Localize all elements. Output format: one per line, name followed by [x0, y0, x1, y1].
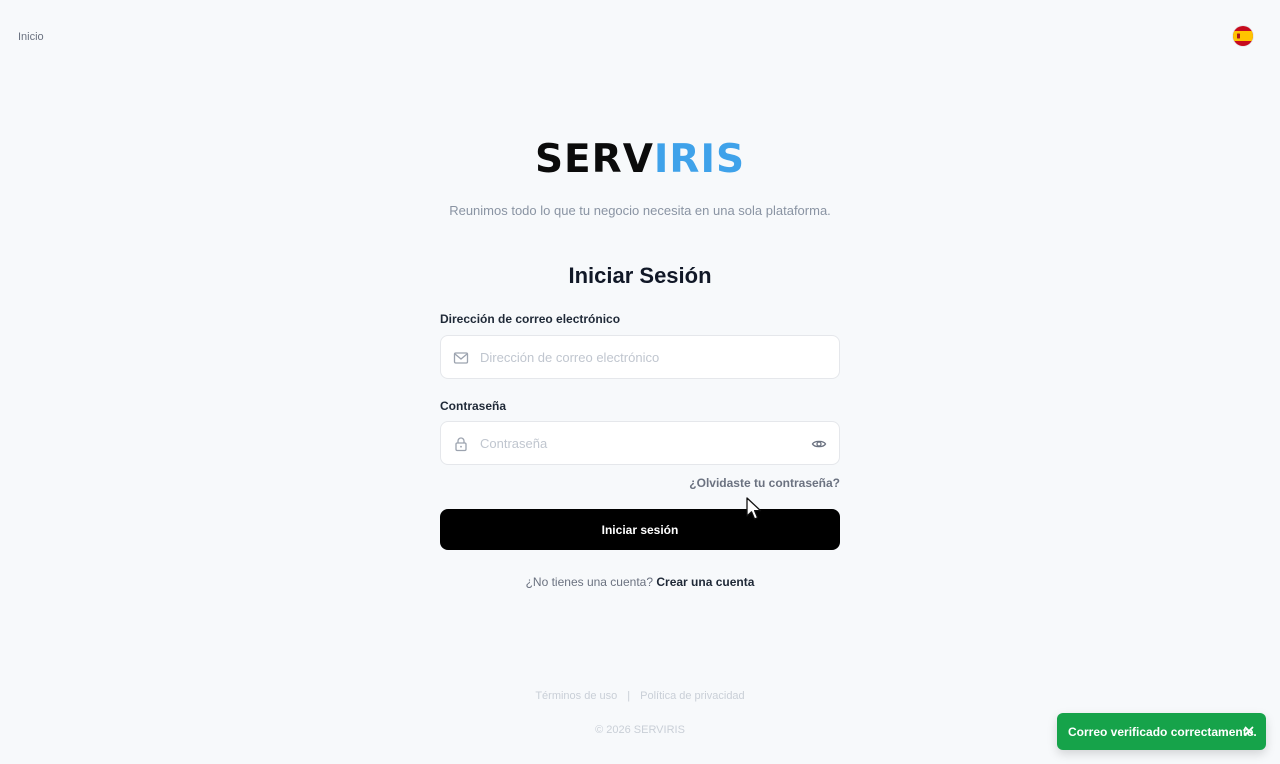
password-field-container	[440, 421, 840, 465]
email-field[interactable]	[480, 336, 810, 378]
signup-prompt-text: ¿No tienes una cuenta?	[525, 575, 654, 589]
brand-logo: SERVIRIS	[0, 135, 1280, 185]
footer-links: Términos de uso | Política de privacidad	[0, 690, 1280, 702]
brand-logo-part-a: SERV	[534, 137, 654, 182]
page-title: Iniciar Sesión	[568, 263, 712, 288]
footer-separator: |	[627, 690, 631, 702]
close-icon[interactable]	[1242, 724, 1256, 738]
mail-icon	[453, 350, 469, 366]
home-link[interactable]: Inicio	[18, 31, 44, 43]
email-field-container	[440, 335, 840, 379]
signup-prompt-line: ¿No tienes una cuenta? Crear una cuenta	[0, 575, 1280, 589]
terms-link[interactable]: Términos de uso	[535, 690, 617, 702]
password-field[interactable]	[480, 422, 810, 464]
forgot-password-link[interactable]: ¿Olvidaste tu contraseña?	[689, 476, 840, 490]
login-button[interactable]: Iniciar sesión	[440, 509, 840, 550]
login-page: Inicio SERVIRIS Reunimos todo lo que tu …	[0, 0, 1280, 764]
eye-icon[interactable]	[811, 436, 827, 452]
success-toast: Correo verificado correctamente.	[1057, 713, 1266, 750]
toast-message: Correo verificado correctamente.	[1068, 725, 1257, 739]
lock-icon	[453, 436, 469, 452]
privacy-link[interactable]: Política de privacidad	[640, 690, 745, 702]
spain-flag-icon[interactable]	[1233, 26, 1253, 46]
email-label: Dirección de correo electrónico	[440, 312, 621, 326]
tagline: Reunimos todo lo que tu negocio necesita…	[449, 203, 831, 218]
brand-logo-part-b: IRIS	[653, 137, 746, 182]
create-account-link[interactable]: Crear una cuenta	[656, 575, 754, 589]
password-label: Contraseña	[440, 399, 507, 413]
